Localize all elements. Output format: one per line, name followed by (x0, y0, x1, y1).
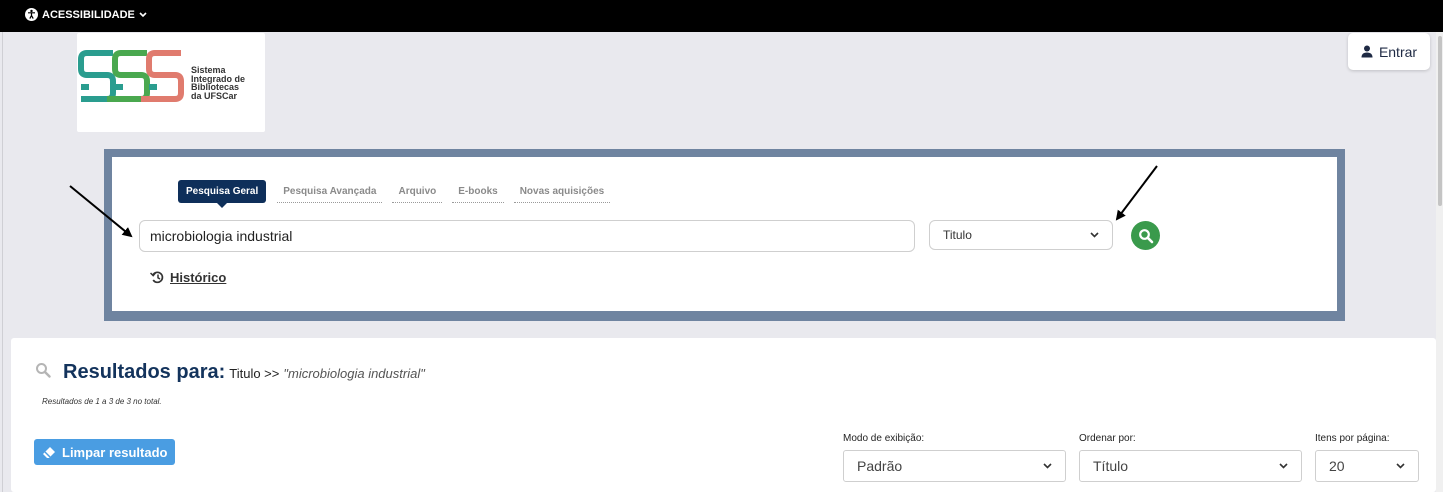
per-page-select[interactable]: 20 (1315, 450, 1419, 482)
login-label: Entrar (1378, 43, 1418, 60)
search-icon (36, 363, 51, 378)
history-link[interactable]: Histórico (150, 270, 226, 285)
clear-results-label: Limpar resultado (62, 444, 168, 460)
search-icon (1138, 228, 1153, 243)
chevron-down-icon (1090, 232, 1099, 238)
view-mode-label: Modo de exibição: (843, 433, 925, 444)
view-mode-select[interactable]: Padrão (843, 450, 1066, 482)
logo-mark (78, 50, 184, 102)
search-tabs: Pesquisa Geral Pesquisa Avançada Arquivo… (178, 180, 620, 208)
chevron-down-icon (139, 11, 147, 17)
results-heading-text: Resultados para: (63, 361, 226, 383)
library-logo[interactable]: Sistema Integrado de Bibliotecas da UFSC… (77, 33, 265, 132)
accessibility-label: ACESSIBILIDADE (42, 8, 135, 21)
accessibility-menu[interactable]: ACESSIBILIDADE (25, 8, 147, 21)
tab-pesquisa-avancada[interactable]: Pesquisa Avançada (277, 180, 383, 203)
user-icon (1361, 45, 1373, 58)
logo-text: Sistema Integrado de Bibliotecas da UFSC… (191, 65, 246, 101)
per-page-value: 20 (1329, 458, 1345, 474)
results-field: Titulo >> (229, 366, 280, 381)
search-button[interactable] (1131, 221, 1160, 250)
results-count: Resultados de 1 a 3 de 3 no total. (42, 397, 162, 406)
results-query: "microbiologia industrial" (283, 366, 425, 381)
sort-value: Título (1093, 458, 1129, 474)
eraser-icon (43, 446, 55, 458)
history-icon (150, 271, 164, 284)
login-button[interactable]: Entrar (1348, 33, 1430, 70)
per-page-label: Itens por página: (1315, 433, 1390, 444)
history-label: Histórico (170, 270, 227, 285)
top-bar: ACESSIBILIDADE (0, 0, 1443, 32)
search-field-value: Titulo (943, 228, 972, 242)
tab-ebooks[interactable]: E-books (452, 180, 504, 203)
page-edge (2, 32, 3, 492)
sort-label: Ordenar por: (1079, 433, 1136, 444)
chevron-down-icon (1396, 463, 1405, 469)
chevron-down-icon (1279, 463, 1288, 469)
tab-arquivo[interactable]: Arquivo (392, 180, 443, 203)
results-heading: Resultados para: Titulo >> "microbiologi… (35, 361, 425, 384)
search-field-select[interactable]: Titulo (929, 220, 1113, 250)
search-input[interactable] (139, 220, 915, 252)
scrollbar-thumb[interactable] (1438, 36, 1442, 206)
tab-pesquisa-geral[interactable]: Pesquisa Geral (178, 180, 267, 208)
accessibility-icon (25, 8, 38, 21)
sort-select[interactable]: Título (1079, 450, 1302, 482)
tab-novas-aquisicoes[interactable]: Novas aquisições (513, 180, 611, 203)
clear-results-button[interactable]: Limpar resultado (34, 439, 176, 465)
view-mode-value: Padrão (857, 458, 903, 474)
chevron-down-icon (1043, 463, 1052, 469)
